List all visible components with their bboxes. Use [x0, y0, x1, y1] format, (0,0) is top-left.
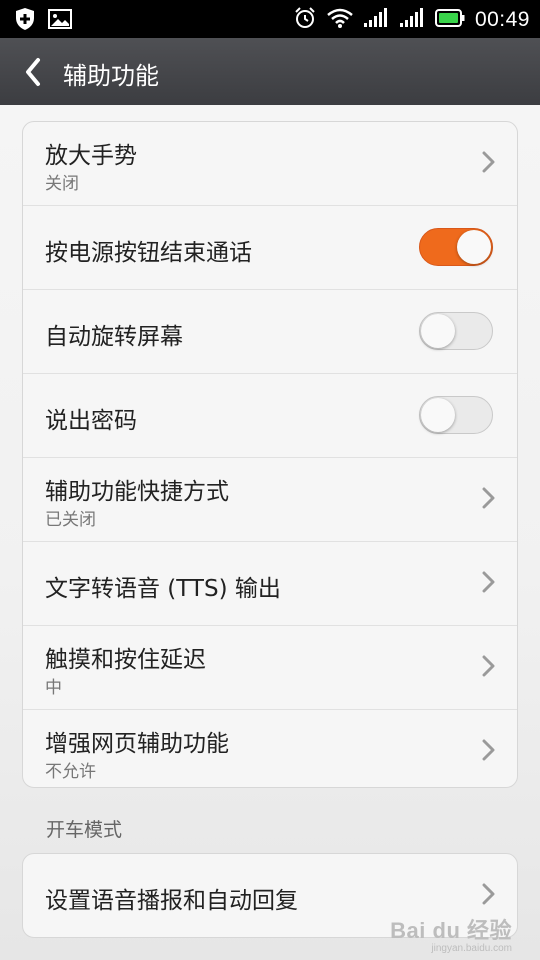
setting-label: 触摸和按住延迟	[45, 647, 206, 673]
alarm-icon	[293, 6, 317, 34]
setting-label: 文字转语音 (TTS) 输出	[45, 576, 281, 602]
setting-value: 不允许	[45, 762, 96, 782]
setting-touch-hold-delay[interactable]: 触摸和按住延迟 中	[23, 626, 517, 710]
chevron-right-icon	[482, 883, 495, 905]
status-bar: 00:49	[0, 0, 540, 38]
setting-label: 设置语音播报和自动回复	[45, 888, 298, 914]
setting-value: 已关闭	[45, 510, 96, 530]
image-icon	[48, 9, 72, 33]
auto-rotate-toggle[interactable]	[419, 312, 493, 350]
setting-auto-rotate-screen[interactable]: 自动旋转屏幕	[23, 290, 517, 374]
title-bar: 辅助功能	[0, 38, 540, 105]
chevron-left-icon	[26, 58, 40, 86]
speak-passwords-toggle[interactable]	[419, 396, 493, 434]
setting-tts-output[interactable]: 文字转语音 (TTS) 输出	[23, 542, 517, 626]
chevron-right-icon	[482, 151, 495, 173]
setting-label: 放大手势	[45, 143, 137, 169]
setting-speak-passwords[interactable]: 说出密码	[23, 374, 517, 458]
toggle-knob	[421, 314, 455, 348]
setting-value: 中	[45, 678, 62, 698]
signal-icon	[363, 8, 389, 32]
chevron-right-icon	[482, 487, 495, 509]
setting-magnification-gestures[interactable]: 放大手势 关闭	[23, 122, 517, 206]
wifi-icon	[327, 8, 353, 32]
setting-enhance-web-accessibility[interactable]: 增强网页辅助功能 不允许	[23, 710, 517, 787]
signal-icon	[399, 8, 425, 32]
battery-icon	[434, 9, 465, 31]
power-button-ends-call-toggle[interactable]	[419, 228, 493, 266]
section-header-driving-mode: 开车模式	[46, 819, 123, 841]
toggle-knob	[421, 398, 455, 432]
toggle-knob	[457, 230, 491, 264]
chevron-right-icon	[482, 571, 495, 593]
setting-label: 辅助功能快捷方式	[45, 479, 229, 505]
chevron-right-icon	[482, 739, 495, 761]
setting-power-button-ends-call[interactable]: 按电源按钮结束通话	[23, 206, 517, 290]
setting-label: 自动旋转屏幕	[45, 324, 183, 350]
setting-value: 关闭	[45, 174, 79, 194]
back-button[interactable]	[20, 56, 48, 88]
accessibility-settings-list: 放大手势 关闭 按电源按钮结束通话 自动旋转屏幕 说出密码 辅助功能快捷方式 已…	[22, 121, 518, 788]
setting-label: 增强网页辅助功能	[45, 731, 229, 757]
watermark-logo-text: Bai du 经验	[390, 918, 512, 943]
setting-label: 说出密码	[45, 408, 137, 434]
shield-icon	[14, 7, 36, 35]
setting-accessibility-shortcut[interactable]: 辅助功能快捷方式 已关闭	[23, 458, 517, 542]
page-title: 辅助功能	[63, 62, 159, 90]
baidu-jingyan-watermark: Bai du 经验 jingyan.baidu.com	[390, 913, 512, 954]
clock-time: 00:49	[474, 8, 530, 31]
chevron-right-icon	[482, 655, 495, 677]
setting-label: 按电源按钮结束通话	[45, 240, 252, 266]
